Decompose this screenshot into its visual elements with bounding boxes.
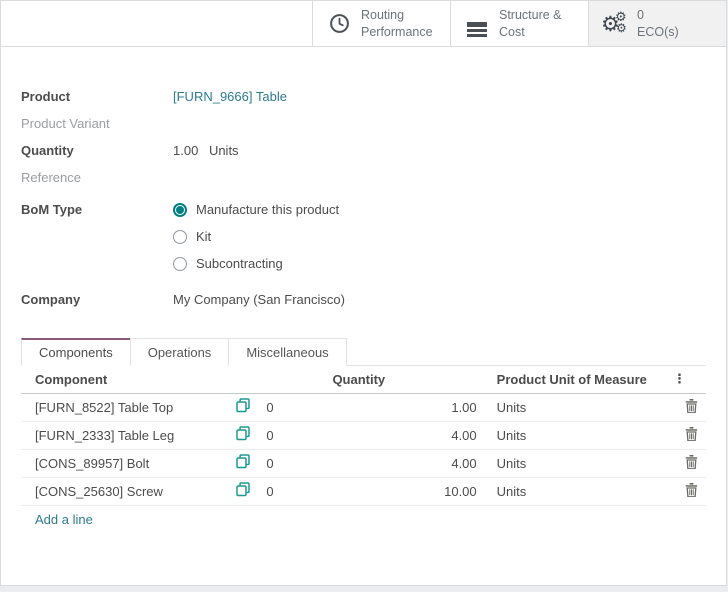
table-row[interactable]: [CONS_89957] Bolt 0 4.00 Units — [21, 449, 706, 477]
quantity-uom: Units — [209, 143, 239, 158]
company-label: Company — [21, 292, 173, 307]
header-uom[interactable]: Product Unit of Measure — [483, 366, 673, 393]
eco-label: ECO(s) — [637, 24, 679, 40]
field-row-product: Product [FURN_9666] Table — [21, 83, 706, 110]
header-count-column — [266, 366, 332, 393]
uom-cell[interactable]: Units — [483, 477, 673, 505]
product-value-link[interactable]: [FURN_9666] Table — [173, 89, 287, 104]
delete-row-button[interactable] — [673, 393, 706, 421]
component-cell[interactable]: [FURN_8522] Table Top — [21, 393, 236, 421]
reference-label: Reference — [21, 170, 173, 185]
table-row[interactable]: [CONS_25630] Screw 0 10.00 Units — [21, 477, 706, 505]
field-row-reference: Reference — [21, 164, 706, 191]
variant-apply-cell[interactable] — [236, 477, 266, 505]
uom-cell[interactable]: Units — [483, 393, 673, 421]
field-row-company: Company My Company (San Francisco) — [21, 286, 706, 313]
add-line-row: Add a line — [21, 505, 706, 533]
stat-label-line1: Structure & — [499, 7, 562, 23]
quantity-cell[interactable]: 10.00 — [332, 477, 482, 505]
tab-components[interactable]: Components — [21, 338, 131, 366]
clock-icon — [327, 13, 351, 34]
radio-selected-icon[interactable] — [173, 203, 187, 217]
quantity-cell[interactable]: 1.00 — [332, 393, 482, 421]
header-component[interactable]: Component — [21, 366, 236, 393]
count-cell[interactable]: 0 — [266, 421, 332, 449]
statusbar: Routing Performance Structure & Cost ⚙ ⚙… — [1, 1, 726, 47]
count-cell[interactable]: 0 — [266, 449, 332, 477]
tab-bar: Components Operations Miscellaneous — [21, 338, 706, 366]
quantity-number[interactable]: 1.00 — [173, 143, 198, 158]
product-label: Product — [21, 89, 173, 104]
field-row-bom-type: BoM Type Manufacture this product Kit Su… — [21, 196, 706, 277]
stat-label-line2: Cost — [499, 24, 562, 40]
radio-unselected-icon[interactable] — [173, 230, 187, 244]
clone-icon[interactable] — [236, 426, 250, 444]
bom-type-radio-group: Manufacture this product Kit Subcontract… — [173, 196, 339, 277]
table-row[interactable]: [FURN_2333] Table Leg 0 4.00 Units — [21, 421, 706, 449]
radio-option-kit[interactable]: Kit — [173, 223, 339, 250]
add-a-line-link[interactable]: Add a line — [35, 512, 93, 527]
radio-option-label: Kit — [196, 229, 211, 244]
clone-icon[interactable] — [236, 398, 250, 416]
gears-icon: ⚙ ⚙ ⚙ — [603, 12, 627, 36]
count-cell[interactable]: 0 — [266, 477, 332, 505]
stat-button-label: 0 ECO(s) — [637, 7, 679, 40]
optional-columns-toggle[interactable]: ⋮ — [673, 366, 706, 393]
bars-icon — [465, 20, 489, 27]
delete-row-button[interactable] — [673, 477, 706, 505]
component-cell[interactable]: [FURN_2333] Table Leg — [21, 421, 236, 449]
clone-icon[interactable] — [236, 482, 250, 500]
trash-icon[interactable] — [685, 483, 698, 500]
eco-count-button[interactable]: ⚙ ⚙ ⚙ 0 ECO(s) — [588, 1, 726, 46]
add-line-cell: Add a line — [21, 505, 706, 533]
radio-unselected-icon[interactable] — [173, 257, 187, 271]
routing-performance-button[interactable]: Routing Performance — [312, 1, 450, 46]
radio-option-subcontracting[interactable]: Subcontracting — [173, 250, 339, 277]
tab-miscellaneous[interactable]: Miscellaneous — [228, 338, 346, 366]
form-body: Product [FURN_9666] Table Product Varian… — [1, 47, 726, 313]
header-quantity[interactable]: Quantity — [332, 366, 482, 393]
quantity-value[interactable]: 1.00 Units — [173, 143, 239, 158]
header-icon-column — [236, 366, 266, 393]
table-row[interactable]: [FURN_8522] Table Top 0 1.00 Units — [21, 393, 706, 421]
uom-cell[interactable]: Units — [483, 449, 673, 477]
radio-option-label: Manufacture this product — [196, 202, 339, 217]
component-cell[interactable]: [CONS_25630] Screw — [21, 477, 236, 505]
field-row-quantity: Quantity 1.00 Units — [21, 137, 706, 164]
delete-row-button[interactable] — [673, 449, 706, 477]
clone-icon[interactable] — [236, 454, 250, 472]
trash-icon[interactable] — [685, 399, 698, 416]
kebab-icon[interactable]: ⋮ — [673, 371, 686, 386]
trash-icon[interactable] — [685, 455, 698, 472]
tab-operations[interactable]: Operations — [130, 338, 230, 366]
quantity-cell[interactable]: 4.00 — [332, 421, 482, 449]
bom-form-sheet: Routing Performance Structure & Cost ⚙ ⚙… — [0, 0, 727, 586]
quantity-cell[interactable]: 4.00 — [332, 449, 482, 477]
stat-button-label: Structure & Cost — [499, 7, 562, 40]
uom-cell[interactable]: Units — [483, 421, 673, 449]
product-variant-label: Product Variant — [21, 116, 173, 131]
radio-option-label: Subcontracting — [196, 256, 283, 271]
company-value[interactable]: My Company (San Francisco) — [173, 292, 345, 307]
trash-icon[interactable] — [685, 427, 698, 444]
stat-button-label: Routing Performance — [361, 7, 433, 40]
component-cell[interactable]: [CONS_89957] Bolt — [21, 449, 236, 477]
quantity-label: Quantity — [21, 143, 173, 158]
count-cell[interactable]: 0 — [266, 393, 332, 421]
stat-label-line1: Routing — [361, 7, 433, 23]
bom-type-label: BoM Type — [21, 196, 173, 217]
delete-row-button[interactable] — [673, 421, 706, 449]
stat-label-line2: Performance — [361, 24, 433, 40]
eco-count-value: 0 — [637, 7, 679, 23]
field-row-product-variant: Product Variant — [21, 110, 706, 137]
structure-cost-button[interactable]: Structure & Cost — [450, 1, 588, 46]
variant-apply-cell[interactable] — [236, 421, 266, 449]
notebook: Components Operations Miscellaneous Comp… — [21, 338, 706, 533]
table-header-row: Component Quantity Product Unit of Measu… — [21, 366, 706, 393]
variant-apply-cell[interactable] — [236, 449, 266, 477]
radio-option-manufacture[interactable]: Manufacture this product — [173, 196, 339, 223]
variant-apply-cell[interactable] — [236, 393, 266, 421]
components-table: Component Quantity Product Unit of Measu… — [21, 366, 706, 533]
